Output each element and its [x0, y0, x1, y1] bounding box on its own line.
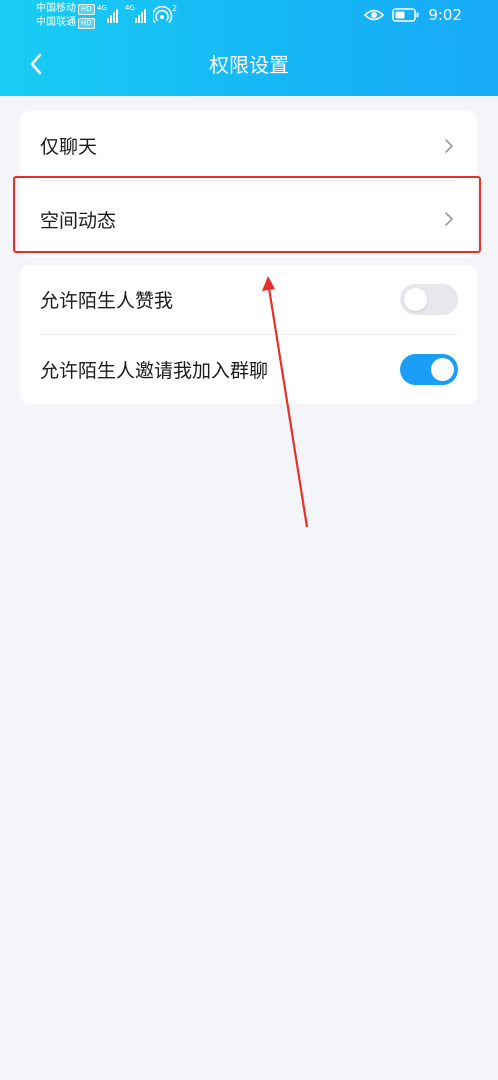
setting-label: 空间动态	[40, 209, 117, 232]
hotspot-count: 2	[172, 4, 178, 13]
top-bar: 中国移动 HD 中国联通 HD 4G 4G 2 9:02 权限设置	[0, 0, 498, 96]
toggle-knob	[431, 358, 454, 381]
carrier-1-label: 中国移动	[36, 3, 76, 14]
page-title: 权限设置	[209, 53, 289, 77]
hd-badge: HD	[78, 3, 95, 15]
battery-icon	[392, 8, 419, 22]
network-type-label: 4G	[97, 4, 107, 12]
settings-group-1: 仅聊天 空间动态	[20, 111, 477, 257]
setting-allow-stranger-group-invites: 允许陌生人邀请我加入群聊	[20, 335, 477, 404]
chevron-right-icon	[445, 138, 453, 153]
toggle-knob	[404, 288, 427, 311]
hd-badge: HD	[78, 17, 95, 29]
signal-strength-icon: 4G	[97, 4, 121, 24]
clock: 9:02	[428, 6, 462, 24]
settings-group-2: 允许陌生人赞我 允许陌生人邀请我加入群聊	[20, 265, 477, 404]
chevron-right-icon	[445, 212, 453, 226]
network-type-label: 4G	[125, 4, 135, 12]
setting-label: 允许陌生人赞我	[40, 290, 174, 312]
setting-label: 允许陌生人邀请我加入群聊	[40, 360, 269, 382]
setting-chat-only[interactable]: 仅聊天	[20, 111, 477, 180]
carrier-info: 中国移动 HD 中国联通 HD	[36, 2, 95, 30]
status-right: 9:02	[364, 6, 462, 24]
eye-icon	[364, 9, 385, 21]
setting-allow-stranger-likes: 允许陌生人赞我	[20, 265, 477, 334]
status-bar: 中国移动 HD 中国联通 HD 4G 4G 2 9:02	[0, 0, 498, 34]
setting-space-updates[interactable]: 空间动态	[20, 181, 477, 257]
carrier-2-label: 中国联通	[36, 17, 76, 28]
signal-indicators: 4G 4G 2	[97, 4, 179, 24]
allow-group-invite-toggle[interactable]	[400, 354, 458, 385]
chevron-left-icon	[30, 53, 42, 75]
signal-strength-icon: 4G	[125, 4, 149, 24]
setting-label: 仅聊天	[40, 136, 98, 158]
navigation-bar: 权限设置	[0, 34, 498, 96]
allow-likes-toggle[interactable]	[400, 284, 458, 315]
back-button[interactable]	[18, 46, 54, 82]
hotspot-icon: 2	[153, 4, 179, 24]
